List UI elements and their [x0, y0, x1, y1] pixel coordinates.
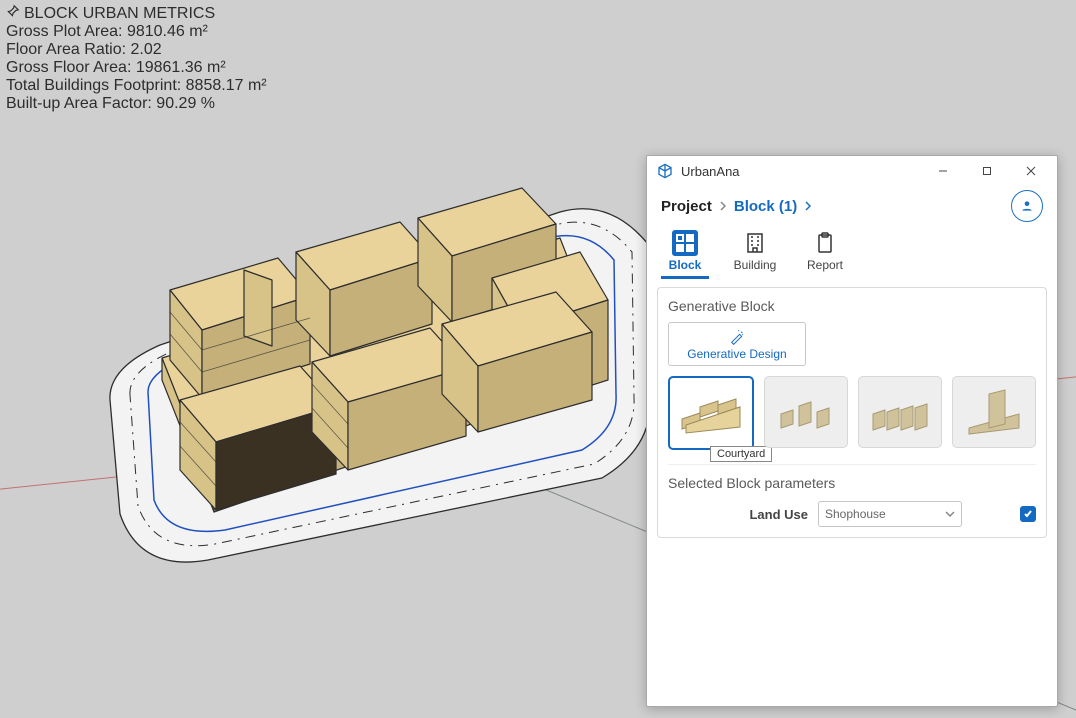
urbanana-panel[interactable]: UrbanAna Project Block (1) Block Buildin…	[646, 155, 1058, 707]
tab-report[interactable]: Report	[801, 230, 849, 279]
generative-design-button[interactable]: Generative Design	[668, 322, 806, 366]
metric-label: Total Buildings Footprint	[6, 77, 177, 94]
tab-label: Building	[734, 258, 777, 272]
land-use-label: Land Use	[668, 507, 808, 522]
window-minimize-button[interactable]	[921, 156, 965, 186]
metric-label: Floor Area Ratio	[6, 41, 122, 58]
preset-gallery: Courtyard	[668, 376, 1036, 450]
preset-row[interactable]	[858, 376, 942, 448]
land-use-checkbox[interactable]	[1020, 506, 1036, 522]
app-icon	[657, 163, 673, 179]
metric-value: 9810.46 m²	[127, 23, 208, 40]
breadcrumb: Project Block (1)	[647, 186, 1057, 226]
metrics-overlay: BLOCK URBAN METRICS Gross Plot Area: 981…	[6, 4, 267, 113]
clipboard-icon	[812, 230, 838, 256]
section-title: Selected Block parameters	[668, 475, 1036, 491]
chevron-right-icon	[718, 198, 728, 215]
magic-wand-icon	[729, 329, 745, 345]
block-parameters-section: Selected Block parameters Land Use Shoph…	[668, 464, 1036, 527]
breadcrumb-current[interactable]: Block (1)	[734, 198, 797, 215]
app-title: UrbanAna	[681, 164, 740, 179]
tabs: Block Building Report	[647, 226, 1057, 279]
titlebar[interactable]: UrbanAna	[647, 156, 1057, 186]
metric-value: 90.29 %	[156, 95, 215, 112]
preset-scattered[interactable]	[764, 376, 848, 448]
user-avatar[interactable]	[1011, 190, 1043, 222]
land-use-select[interactable]: Shophouse	[818, 501, 962, 527]
window-maximize-button[interactable]	[965, 156, 1009, 186]
tab-building[interactable]: Building	[731, 230, 779, 279]
chevron-right-icon	[803, 198, 813, 215]
metric-label: Built-up Area Factor	[6, 95, 147, 112]
preset-courtyard[interactable]: Courtyard	[668, 376, 754, 450]
window-close-button[interactable]	[1009, 156, 1053, 186]
metric-label: Gross Floor Area	[6, 59, 127, 76]
generative-section: Generative Block Generative Design Court…	[657, 287, 1047, 538]
preset-tooltip: Courtyard	[710, 446, 772, 462]
pin-icon	[6, 4, 20, 23]
tab-label: Block	[669, 258, 702, 272]
metric-label: Gross Plot Area	[6, 23, 118, 40]
button-label: Generative Design	[687, 347, 786, 361]
metrics-title: BLOCK URBAN METRICS	[24, 5, 215, 23]
preset-tower[interactable]	[952, 376, 1036, 448]
breadcrumb-root[interactable]: Project	[661, 198, 712, 215]
metric-value: 8858.17 m²	[186, 77, 267, 94]
building-icon	[742, 230, 768, 256]
tab-block[interactable]: Block	[661, 230, 709, 279]
tab-label: Report	[807, 258, 843, 272]
section-title: Generative Block	[668, 298, 1036, 314]
metric-value: 2.02	[131, 41, 162, 58]
metric-value: 19861.36 m²	[136, 59, 226, 76]
chevron-down-icon	[945, 509, 955, 519]
block-icon	[672, 230, 698, 256]
select-value: Shophouse	[825, 507, 886, 521]
